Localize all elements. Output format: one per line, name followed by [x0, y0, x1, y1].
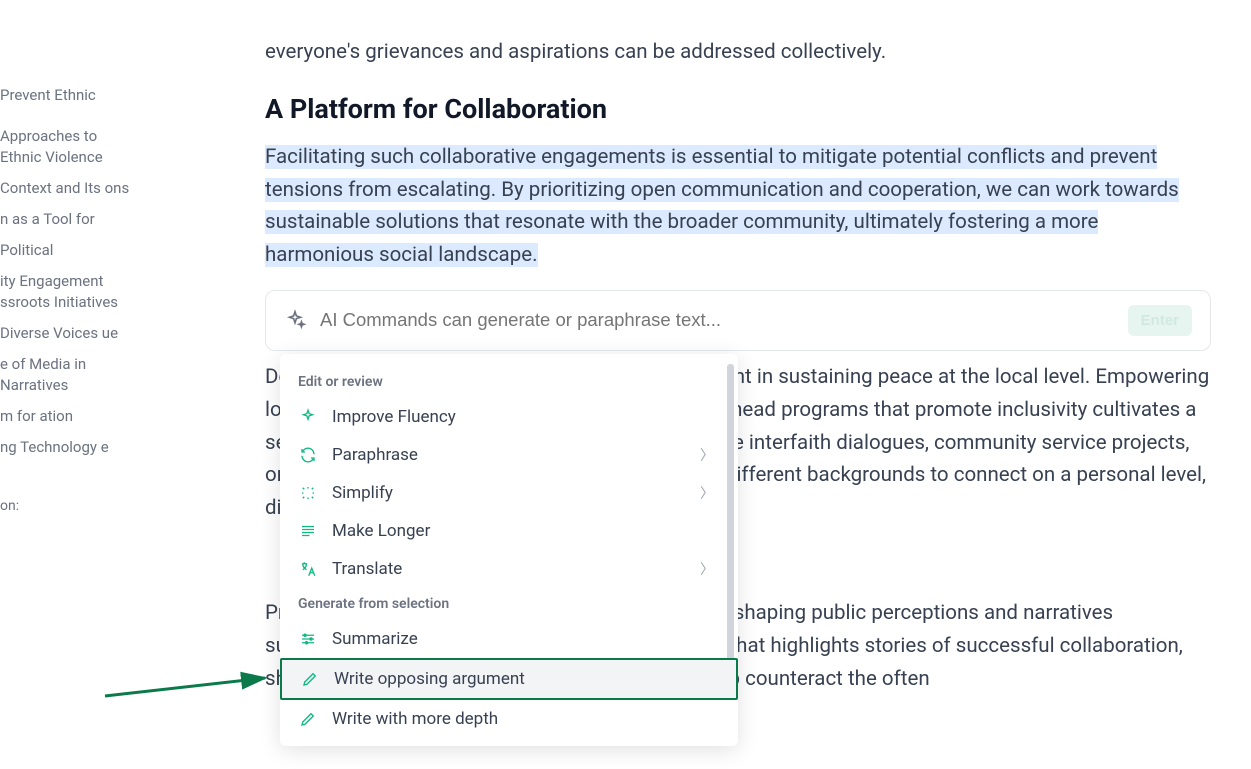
- popup-item-label: Make Longer: [332, 521, 430, 541]
- popup-item-translate[interactable]: Translate 〉: [280, 550, 738, 588]
- sidebar-item[interactable]: [0, 111, 135, 121]
- popup-section-edit-label: Edit or review: [280, 366, 738, 398]
- sidebar-item[interactable]: m for ation: [0, 401, 135, 432]
- popup-item-label: Summarize: [332, 629, 418, 649]
- popup-item-label: Translate: [332, 559, 402, 579]
- selected-text[interactable]: Facilitating such collaborative engageme…: [265, 145, 1179, 267]
- sparkle-icon: [284, 309, 306, 331]
- popup-item-label: Write opposing argument: [334, 669, 525, 689]
- popup-item-make-longer[interactable]: Make Longer: [280, 512, 738, 550]
- lines-icon: [298, 521, 318, 541]
- sidebar-item[interactable]: Political: [0, 235, 135, 266]
- popup-item-write-opposing-argument[interactable]: Write opposing argument: [280, 658, 738, 700]
- sidebar-item[interactable]: ity Engagement ssroots Initiatives: [0, 266, 135, 318]
- sliders-icon: [298, 629, 318, 649]
- chevron-right-icon: 〉: [700, 445, 714, 465]
- popup-item-improve-fluency[interactable]: Improve Fluency: [280, 398, 738, 436]
- translate-icon: [298, 559, 318, 579]
- sidebar-item[interactable]: Approaches to Ethnic Violence: [0, 121, 135, 173]
- sidebar-item[interactable]: Diverse Voices ue: [0, 318, 135, 349]
- annotation-arrow: [100, 668, 280, 708]
- sidebar-footer-label: on:: [0, 493, 135, 519]
- popup-item-simplify[interactable]: Simplify 〉: [280, 474, 738, 512]
- popup-item-write-more-depth[interactable]: Write with more depth: [280, 700, 738, 738]
- heading-platform: A Platform for Collaboration: [265, 93, 1211, 125]
- pencil-icon: [300, 669, 320, 689]
- sidebar-item[interactable]: ng Technology e: [0, 432, 135, 463]
- popup-item-summarize[interactable]: Summarize: [280, 620, 738, 658]
- sparkle-icon: [298, 407, 318, 427]
- sidebar: Prevent Ethnic Approaches to Ethnic Viol…: [0, 0, 135, 769]
- popup-item-label: Improve Fluency: [332, 407, 456, 427]
- ai-command-input[interactable]: [320, 309, 1114, 331]
- sidebar-item[interactable]: Prevent Ethnic: [0, 80, 135, 111]
- sidebar-item[interactable]: n as a Tool for: [0, 204, 135, 235]
- chevron-right-icon: 〉: [700, 559, 714, 579]
- enter-button[interactable]: Enter: [1128, 305, 1192, 336]
- refresh-icon: [298, 445, 318, 465]
- popup-item-label: Write with more depth: [332, 709, 498, 729]
- paragraph-highlighted[interactable]: Facilitating such collaborative engageme…: [265, 141, 1211, 272]
- ai-popup-menu: Edit or review Improve Fluency Paraphras…: [280, 354, 738, 746]
- popup-item-label: Simplify: [332, 483, 393, 503]
- popup-section-generate-label: Generate from selection: [280, 588, 738, 620]
- pencil-icon: [298, 709, 318, 729]
- simplify-icon: [298, 483, 318, 503]
- popup-item-paraphrase[interactable]: Paraphrase 〉: [280, 436, 738, 474]
- sidebar-item[interactable]: e of Media in Narratives: [0, 349, 135, 401]
- paragraph: everyone's grievances and aspirations ca…: [265, 36, 1211, 69]
- chevron-right-icon: 〉: [700, 483, 714, 503]
- popup-item-label: Paraphrase: [332, 445, 418, 465]
- sidebar-item[interactable]: Context and Its ons: [0, 173, 135, 204]
- ai-command-bar[interactable]: Enter: [265, 290, 1211, 351]
